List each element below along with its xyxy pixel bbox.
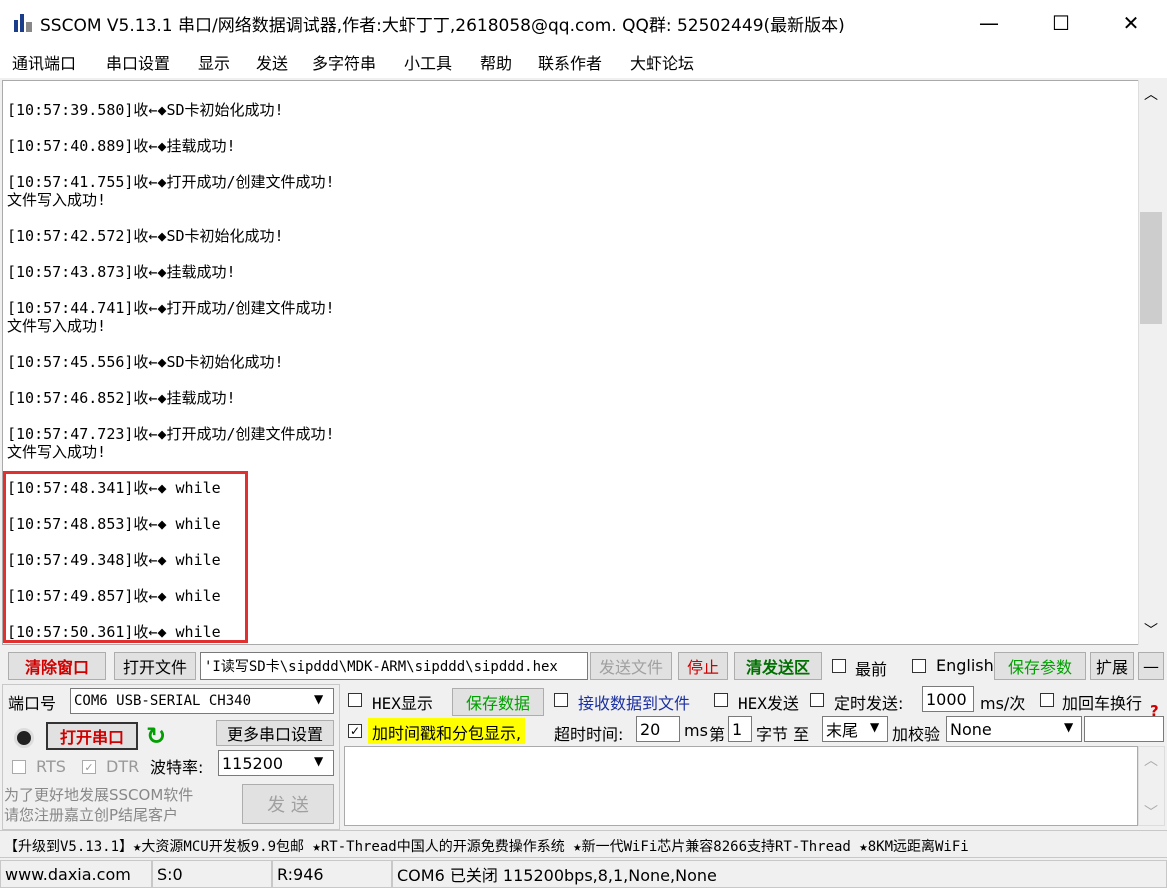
hex-display-checkbox[interactable] [348,693,362,707]
log-line: [10:57:40.889]收←◆挂载成功! [7,137,236,155]
promo-line-2[interactable]: 请您注册嘉立创P结尾客户 [4,804,178,825]
save-params-button[interactable]: 保存参数 [994,652,1086,680]
receive-scrollbar[interactable] [1138,80,1165,645]
menu-serial-settings[interactable]: 串口设置 [106,50,170,74]
timeout-unit: ms [684,721,708,740]
add-crlf-label: 加回车换行 [1062,694,1143,713]
status-website[interactable]: www.daxia.com [0,860,152,888]
port-state-icon [14,728,34,748]
chevron-down-icon: ▼ [870,720,880,734]
log-line: [10:57:39.580]收←◆SD卡初始化成功! [7,101,284,119]
scroll-down-icon[interactable]: ﹀ [1140,802,1162,822]
menu-multi-string[interactable]: 多字符串 [312,50,376,74]
maximize-button[interactable]: ☐ [1038,0,1084,46]
refresh-icon[interactable]: ↻ [146,722,166,750]
byte-suffix: 字节 至 [756,725,810,744]
scrollbar-thumb[interactable] [1140,212,1162,324]
file-path-input[interactable]: 'I读写SD卡\sipddd\MDK-ARM\sipddd\sipddd.hex [200,652,588,680]
rts-checkbox[interactable] [12,760,26,774]
log-line: [10:57:47.723]收←◆打开成功/创建文件成功! [7,425,335,443]
byte-prefix: 第 [709,725,726,744]
rts-label: RTS [36,757,66,776]
app-icon [12,12,34,34]
log-line: [10:57:45.556]收←◆SD卡初始化成功! [7,353,284,371]
menu-tools[interactable]: 小工具 [404,50,452,74]
dtr-checkbox[interactable]: ✓ [82,760,96,774]
english-checkbox[interactable] [912,659,926,673]
log-line: [10:57:42.572]收←◆SD卡初始化成功! [7,227,284,245]
english-label: English [936,656,994,675]
menu-help[interactable]: 帮助 [480,50,512,74]
open-file-button[interactable]: 打开文件 [114,652,196,680]
checksum-select[interactable]: None [946,716,1082,742]
send-file-button[interactable]: 发送文件 [590,652,672,680]
clear-send-button[interactable]: 清发送区 [734,652,822,680]
timestamp-checkbox[interactable]: ✓ [348,724,362,738]
timed-interval-input[interactable]: 1000 [922,686,974,712]
timeout-input[interactable]: 20 [636,716,680,742]
timeout-label: 超时时间: [554,725,624,744]
chevron-down-icon: ▼ [314,692,324,706]
timed-send-label: 定时发送: [834,694,904,713]
open-port-button[interactable]: 打开串口 [46,722,138,750]
menu-contact-author[interactable]: 联系作者 [538,50,602,74]
send-textarea[interactable] [344,746,1138,826]
chevron-down-icon: ▼ [314,754,324,768]
hex-send-label: HEX发送 [738,694,799,713]
byte-start-input[interactable]: 1 [728,716,752,742]
menu-send[interactable]: 发送 [256,50,288,74]
dtr-label: DTR [106,757,140,776]
status-sent: S:0 [152,860,272,888]
log-line: 文件写入成功! [7,317,107,335]
minimize-button[interactable]: — [966,0,1012,46]
log-line: [10:57:46.852]收←◆挂载成功! [7,389,236,407]
port-label: 端口号 [8,694,57,713]
chevron-down-icon: ▼ [1064,720,1074,734]
collapse-button[interactable]: — [1138,652,1164,680]
status-port: COM6 已关闭 115200bps,8,1,None,None [392,860,1167,888]
scroll-up-icon[interactable]: ︿ [1140,84,1162,104]
save-data-button[interactable]: 保存数据 [452,688,544,716]
receive-to-file-label: 接收数据到文件 [578,694,691,713]
scroll-down-icon[interactable]: ﹀ [1140,620,1162,640]
stop-button[interactable]: 停止 [678,652,728,680]
add-crlf-checkbox[interactable] [1040,693,1054,707]
baud-label: 波特率: [150,758,204,777]
promo-line-1[interactable]: 为了更好地发展SSCOM软件 [4,784,193,805]
log-line: [10:57:41.755]收←◆打开成功/创建文件成功! [7,173,335,191]
menu-display[interactable]: 显示 [198,50,230,74]
timed-send-checkbox[interactable] [810,693,824,707]
log-line: 文件写入成功! [7,443,107,461]
close-button[interactable]: ✕ [1108,0,1154,46]
last-checkbox[interactable] [832,659,846,673]
menu-comm-port[interactable]: 通讯端口 [12,50,76,74]
window-title: SSCOM V5.13.1 串口/网络数据调试器,作者:大虾丁丁,2618058… [40,16,845,36]
clear-window-button[interactable]: 清除窗口 [8,652,106,680]
checksum-output [1084,716,1164,742]
send-button[interactable]: 发 送 [242,784,334,824]
ticker[interactable]: 【升级到V5.13.1】★大资源MCU开发板9.9包邮 ★RT-Thread中国… [0,830,1167,858]
timestamp-label: 加时间戳和分包显示, [368,718,526,744]
timed-unit-label: ms/次 [980,694,1026,713]
scroll-up-icon[interactable]: ︿ [1140,750,1162,770]
highlight-box [3,471,248,643]
menu-forum[interactable]: 大虾论坛 [630,50,694,74]
receive-to-file-checkbox[interactable] [554,693,568,707]
port-select[interactable]: COM6 USB-SERIAL CH340 [70,688,334,714]
more-settings-button[interactable]: 更多串口设置 [216,720,334,746]
expand-button[interactable]: 扩展 [1090,652,1134,680]
log-line: [10:57:44.741]收←◆打开成功/创建文件成功! [7,299,335,317]
status-received: R:946 [272,860,392,888]
hex-send-checkbox[interactable] [714,693,728,707]
log-line: [10:57:43.873]收←◆挂载成功! [7,263,236,281]
last-label: 最前 [855,660,888,679]
log-line: 文件写入成功! [7,191,107,209]
hex-display-label: HEX显示 [372,694,433,713]
checksum-label: 加校验 [892,725,941,744]
